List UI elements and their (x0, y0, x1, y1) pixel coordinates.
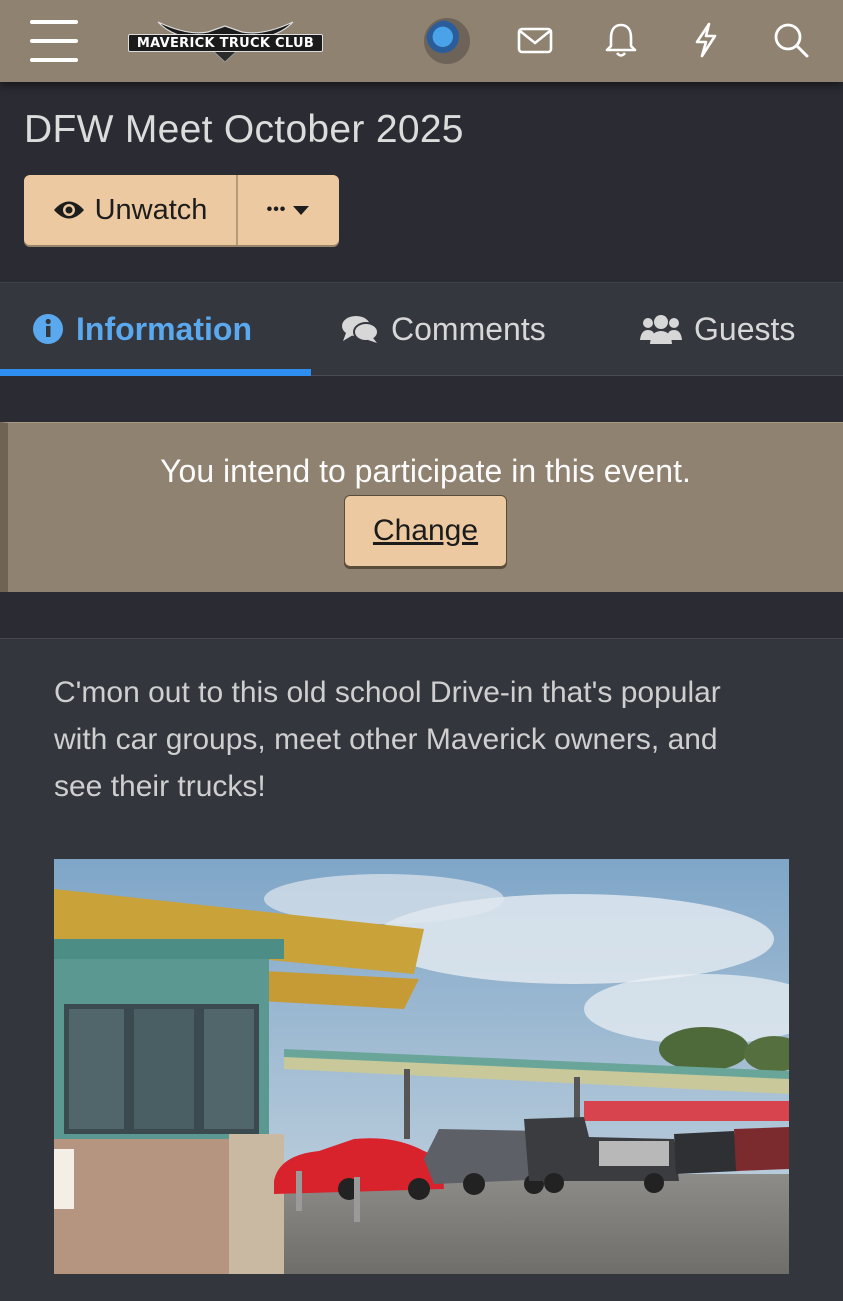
unwatch-button[interactable]: Unwatch (24, 175, 238, 245)
change-button[interactable]: Change (344, 495, 507, 567)
watch-button-group: Unwatch ••• (24, 175, 339, 245)
info-circle-icon (33, 314, 63, 344)
tab-label: Comments (391, 310, 546, 347)
bell-icon[interactable] (601, 20, 641, 60)
eye-icon (53, 201, 84, 219)
top-bar: MAVERICK TRUCK CLUB (0, 0, 843, 82)
notice-text: You intend to participate in this event. (160, 453, 691, 489)
page-title: DFW Meet October 2025 (24, 108, 464, 151)
event-tabs: Information Comments Guests (0, 282, 843, 376)
comments-icon (342, 316, 379, 343)
more-options-button[interactable]: ••• (238, 175, 339, 245)
more-label: ••• (266, 201, 287, 218)
bolt-icon[interactable] (686, 20, 726, 60)
drive-in-photo (54, 859, 789, 1274)
menu-icon[interactable] (30, 20, 80, 62)
participation-notice: You intend to participate in this event.… (0, 422, 843, 592)
caret-down-icon (293, 206, 310, 215)
event-photo[interactable] (54, 859, 789, 1274)
tab-label: Guests (694, 310, 796, 347)
event-description-panel: C'mon out to this old school Drive-in th… (0, 638, 843, 1301)
site-logo[interactable]: MAVERICK TRUCK CLUB (128, 12, 323, 62)
tab-label: Information (76, 310, 252, 347)
envelope-icon[interactable] (515, 20, 555, 60)
logo-text: MAVERICK TRUCK CLUB (128, 34, 323, 52)
active-tab-indicator (0, 369, 311, 376)
users-icon (640, 315, 682, 344)
tab-information[interactable]: Information (32, 283, 252, 375)
tab-comments[interactable]: Comments (341, 283, 546, 375)
avatar[interactable] (424, 18, 470, 64)
search-icon[interactable] (771, 20, 811, 60)
unwatch-label: Unwatch (94, 193, 208, 226)
tab-guests[interactable]: Guests (640, 283, 795, 375)
event-description: C'mon out to this old school Drive-in th… (54, 676, 721, 803)
